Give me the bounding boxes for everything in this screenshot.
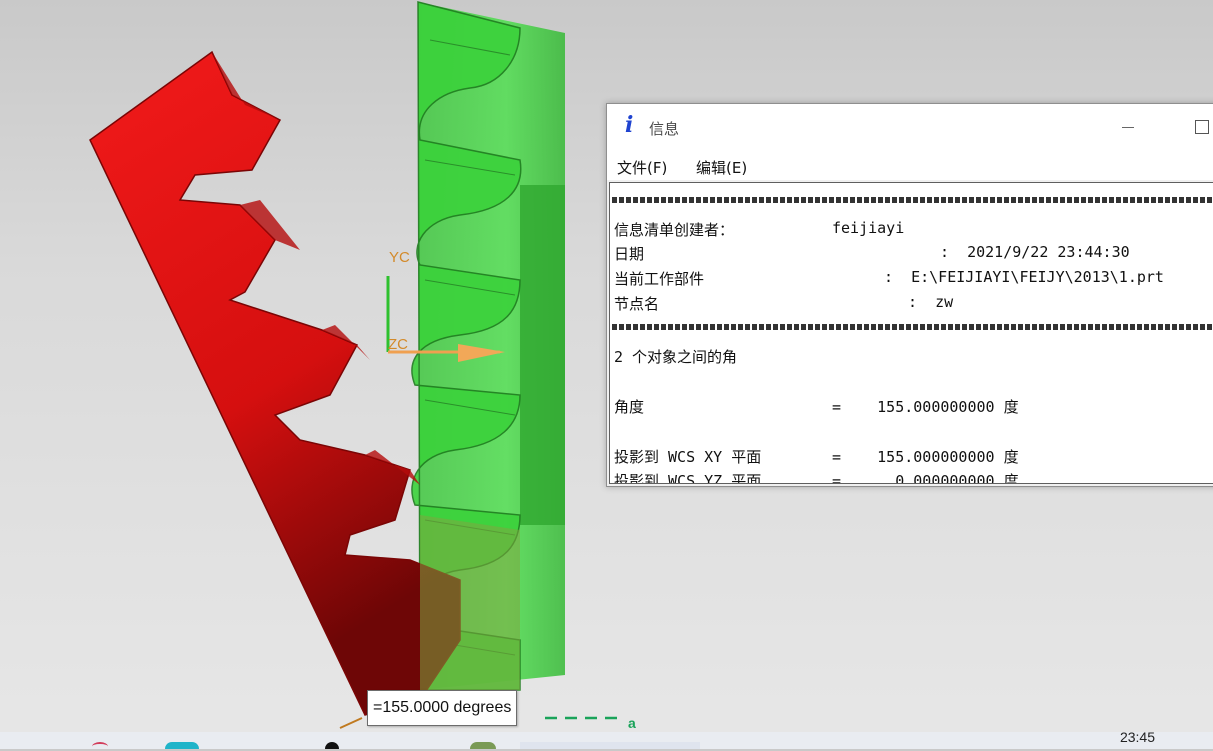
- app-icon-browser[interactable]: [165, 742, 199, 749]
- maximize-button[interactable]: [1195, 120, 1209, 134]
- app-icon-black[interactable]: [325, 742, 339, 749]
- projection-yz-label: 投影到 WCS YZ 平面: [614, 472, 762, 484]
- information-window[interactable]: i 信息 文件(F) 编辑(E) 信息清单创建者： feijiayi 日期 : …: [606, 103, 1213, 487]
- node-value: : zw: [908, 293, 954, 311]
- window-title: 信息: [649, 120, 680, 138]
- measurement-tooltip: =155.0000 degrees: [367, 690, 518, 726]
- menu-edit[interactable]: 编辑(E): [696, 157, 747, 178]
- angle-value: = 155.000000000 度: [832, 398, 1019, 416]
- taskbar-clock[interactable]: 23:45: [1120, 729, 1155, 745]
- gear-rack-overlap: [420, 515, 520, 690]
- separator-line: [612, 197, 1213, 203]
- menu-bar: 文件(F) 编辑(E): [607, 152, 1213, 180]
- projection-yz-value: = 0.000000000 度: [832, 472, 1019, 484]
- angle-heading: 2 个对象之间的角: [614, 348, 738, 366]
- rack-body: [89, 50, 461, 716]
- work-part-value: : E:\FEIJIAYI\FEIJY\2013\1.prt: [884, 268, 1164, 286]
- projection-xy-value: = 155.000000000 度: [832, 448, 1019, 466]
- app-icon-red[interactable]: [92, 742, 108, 751]
- app-icon-nx[interactable]: [470, 742, 496, 749]
- title-bar[interactable]: i 信息: [607, 104, 1213, 152]
- menu-file[interactable]: 文件(F): [617, 157, 667, 178]
- axis-label-zc: ZC: [388, 336, 408, 353]
- info-text-area[interactable]: 信息清单创建者： feijiayi 日期 : 2021/9/22 23:44:3…: [609, 182, 1213, 484]
- dimension-leader: [339, 717, 363, 729]
- dimension-marker: a: [628, 715, 636, 731]
- projection-xy-label: 投影到 WCS XY 平面: [614, 448, 762, 466]
- taskbar: 23:45: [0, 729, 1213, 751]
- active-window-tab[interactable]: [520, 742, 700, 749]
- separator-line: [612, 324, 1213, 330]
- node-label: 节点名: [614, 295, 660, 313]
- creator-label: 信息清单创建者：: [614, 221, 735, 239]
- work-part-label: 当前工作部件: [614, 270, 705, 288]
- creator-value: feijiayi: [832, 219, 905, 237]
- date-label: 日期: [614, 245, 645, 263]
- axis-label-yc: YC: [389, 249, 410, 266]
- minimize-button[interactable]: [1115, 114, 1141, 140]
- date-value: : 2021/9/22 23:44:30: [940, 243, 1130, 261]
- info-icon: i: [625, 112, 634, 138]
- gear-hub-band: [520, 185, 565, 525]
- angle-label: 角度: [614, 398, 645, 416]
